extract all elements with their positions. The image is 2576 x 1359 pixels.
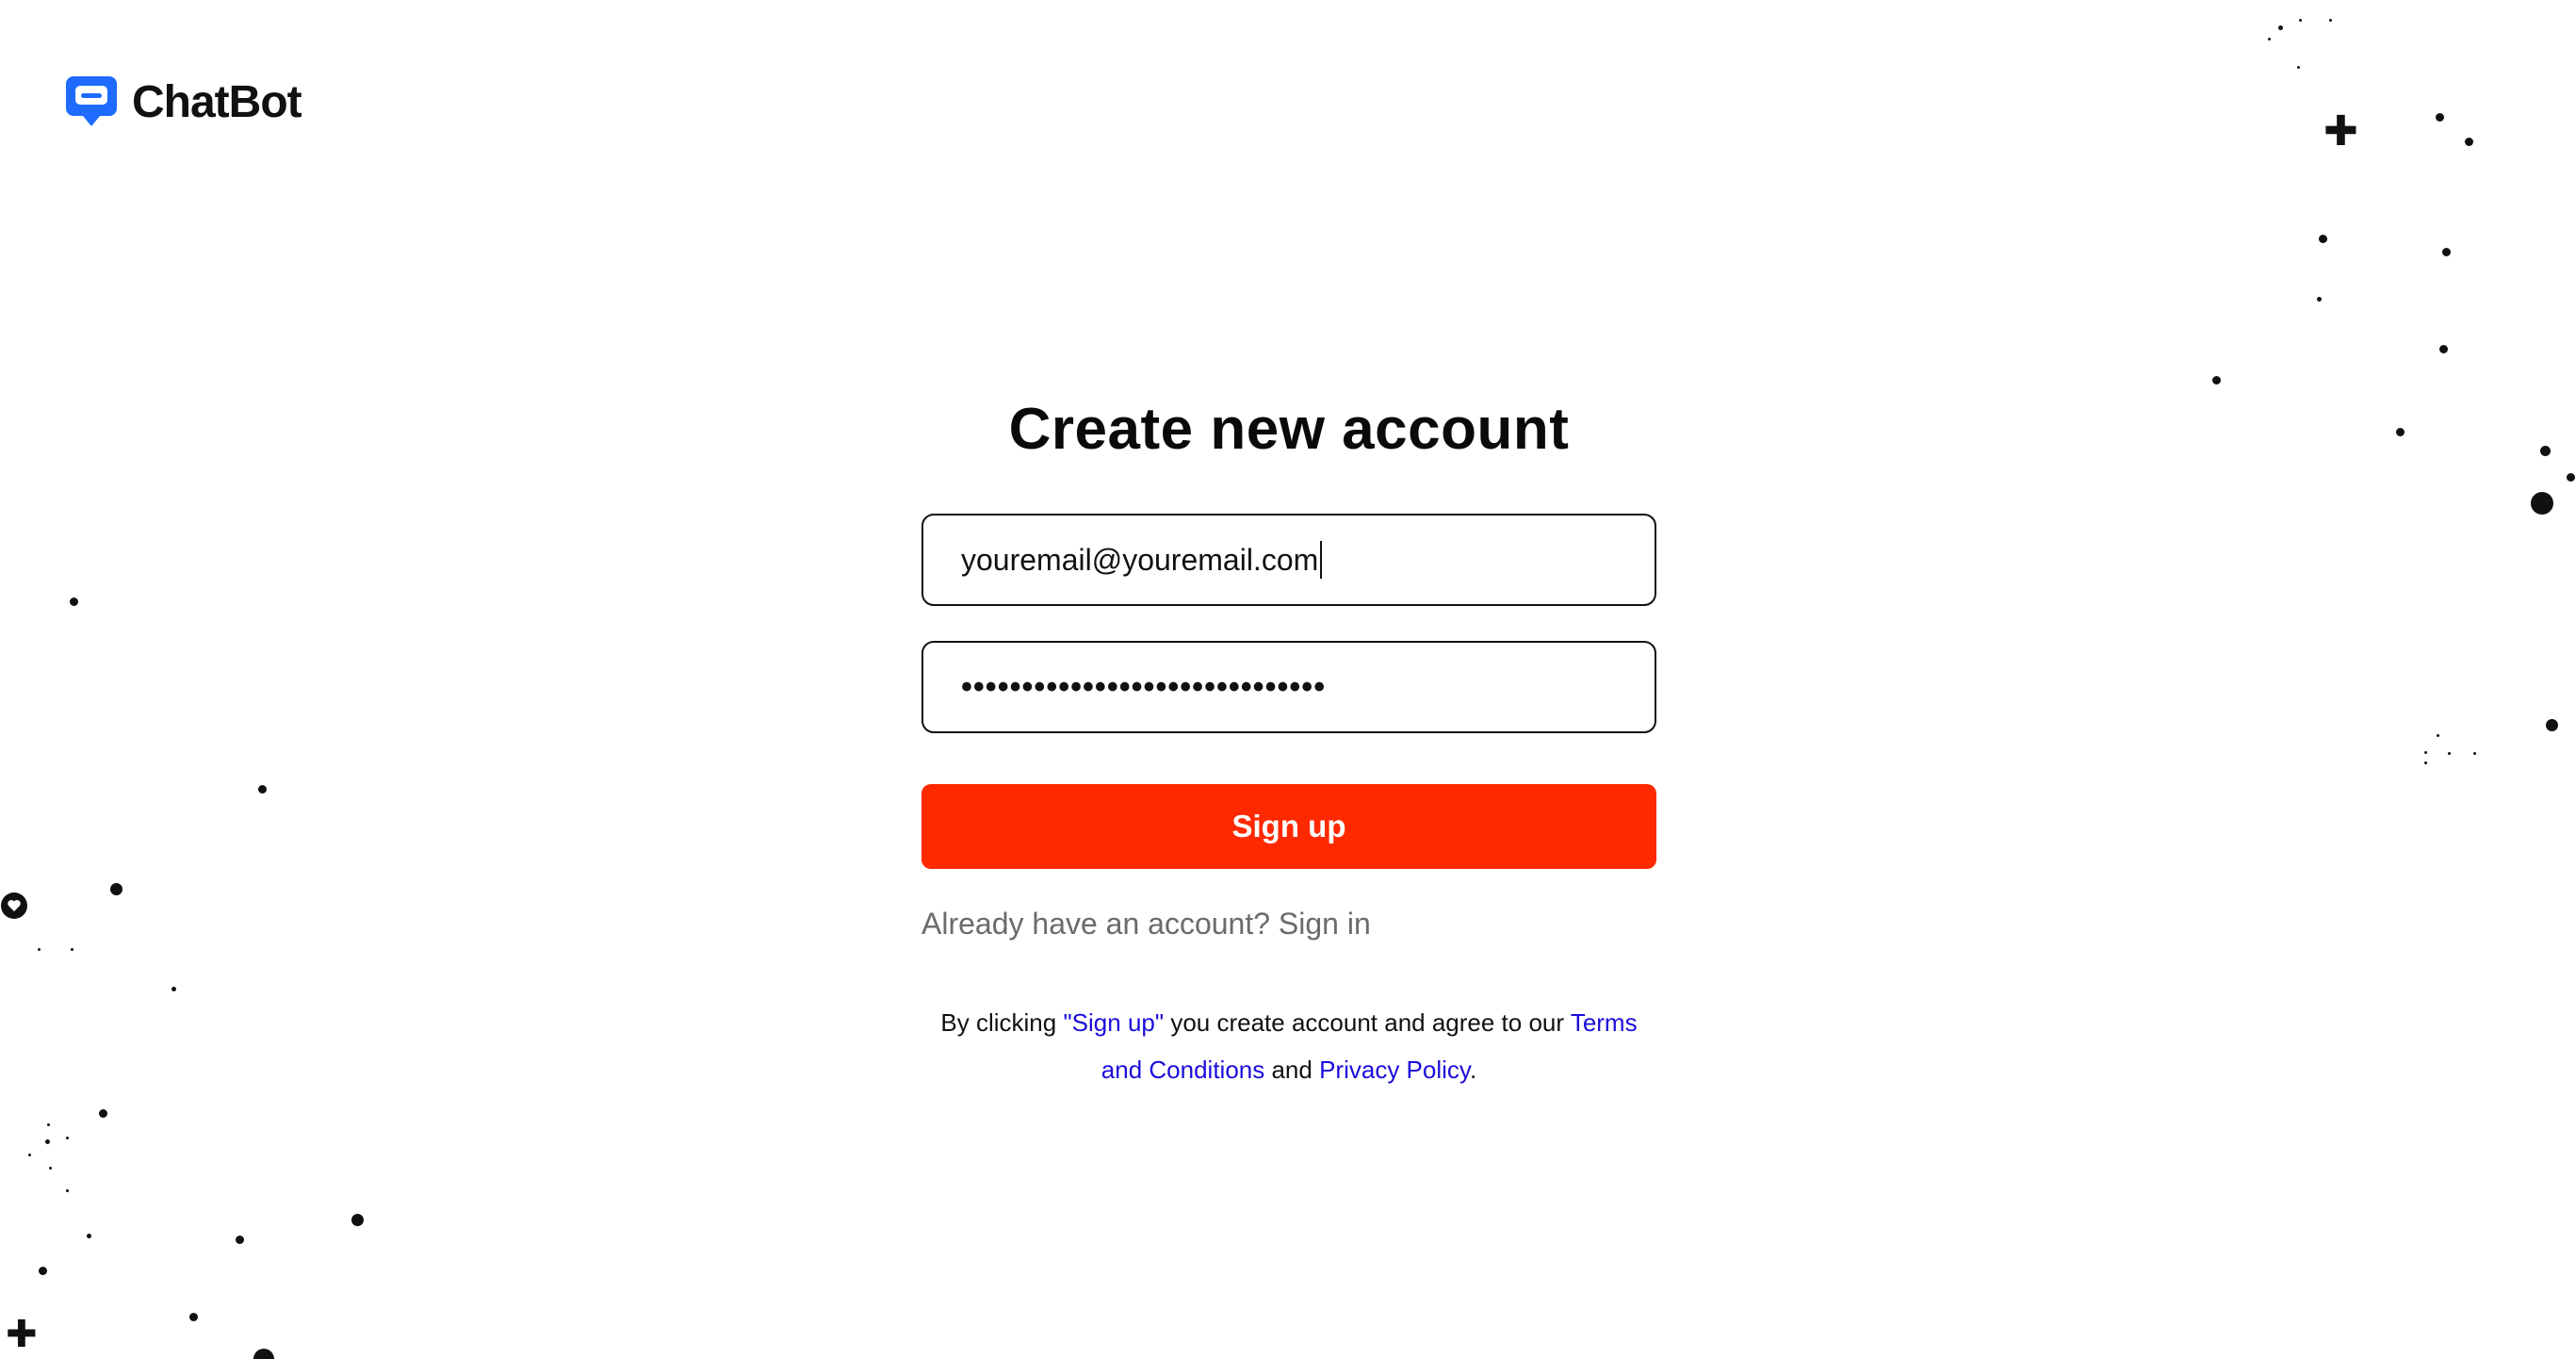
decor-dot — [2268, 38, 2271, 41]
password-field[interactable]: •••••••••••••••••••••••••••••• — [921, 641, 1656, 733]
decor-dot — [2546, 719, 2558, 731]
signup-button[interactable]: Sign up — [921, 784, 1656, 869]
decor-dot — [45, 1139, 50, 1144]
logo-text: ChatBot — [132, 76, 302, 127]
decor-dot — [2297, 66, 2300, 69]
decor-dot — [39, 1267, 47, 1275]
chatbot-logo[interactable]: ChatBot — [62, 73, 302, 131]
decor-dot — [66, 1137, 69, 1139]
decor-dot — [2317, 297, 2322, 302]
decor-dot — [171, 987, 176, 991]
decor-dot — [47, 1123, 50, 1126]
email-value: youremail@youremail.com — [961, 542, 1319, 577]
decor-dot — [70, 598, 78, 606]
decor-dot — [2436, 113, 2444, 122]
decor-dot — [2396, 428, 2405, 436]
decor-dot — [110, 883, 122, 895]
decor-dot — [66, 1189, 69, 1192]
page-title: Create new account — [1008, 397, 1570, 462]
decor-plus: ✚ — [6, 1314, 38, 1355]
decor-dot — [2329, 19, 2332, 22]
decor-dot — [2567, 473, 2575, 482]
email-field[interactable]: youremail@youremail.com — [921, 514, 1656, 606]
signin-link[interactable]: Already have an account? Sign in — [921, 905, 1656, 942]
decor-dot — [87, 1234, 91, 1238]
decor-dot — [2540, 446, 2551, 456]
terms-prefix: By clicking — [940, 1008, 1064, 1037]
signup-form: Create new account youremail@youremail.c… — [921, 388, 1656, 1093]
terms-middle: you create account and agree to our — [1164, 1008, 1571, 1037]
decor-dot — [2424, 751, 2427, 754]
signup-quote-link[interactable]: "Sign up" — [1063, 1008, 1164, 1037]
decor-plus: ✚ — [2323, 108, 2358, 155]
terms-notice: By clicking "Sign up" you create account… — [921, 999, 1656, 1093]
decor-dot — [71, 948, 73, 951]
decor-dot — [2442, 248, 2451, 256]
decor-dot — [2437, 734, 2439, 737]
terms-suffix: . — [1469, 1056, 1477, 1084]
decor-dot — [2424, 761, 2427, 764]
decor-dot — [258, 785, 267, 794]
decor-dot — [2319, 235, 2327, 243]
decor-dot — [351, 1214, 364, 1226]
terms-and: and — [1264, 1056, 1320, 1084]
decor-dot — [2439, 345, 2448, 353]
decor-dot — [189, 1313, 198, 1321]
decor-dot — [2465, 138, 2473, 146]
text-caret — [1320, 541, 1323, 579]
chatbot-logo-icon — [66, 76, 117, 126]
heart-badge-icon — [1, 892, 27, 919]
decor-dot — [253, 1349, 274, 1359]
page: ChatBot Create new account youremail@you… — [0, 0, 2576, 1359]
decor-dot — [236, 1236, 244, 1244]
password-value: •••••••••••••••••••••••••••••• — [961, 668, 1327, 705]
decor-dot — [2212, 376, 2221, 385]
privacy-policy-link[interactable]: Privacy Policy — [1319, 1056, 1470, 1084]
decor-dot — [2299, 19, 2302, 22]
decor-dot — [2473, 752, 2476, 755]
decor-dot — [28, 1154, 31, 1156]
decor-dot — [2278, 25, 2283, 30]
decor-dot — [49, 1167, 52, 1170]
decor-dot — [99, 1109, 107, 1118]
decor-dot — [2448, 752, 2451, 755]
decor-dot — [38, 948, 41, 951]
decor-dot — [2531, 492, 2553, 515]
